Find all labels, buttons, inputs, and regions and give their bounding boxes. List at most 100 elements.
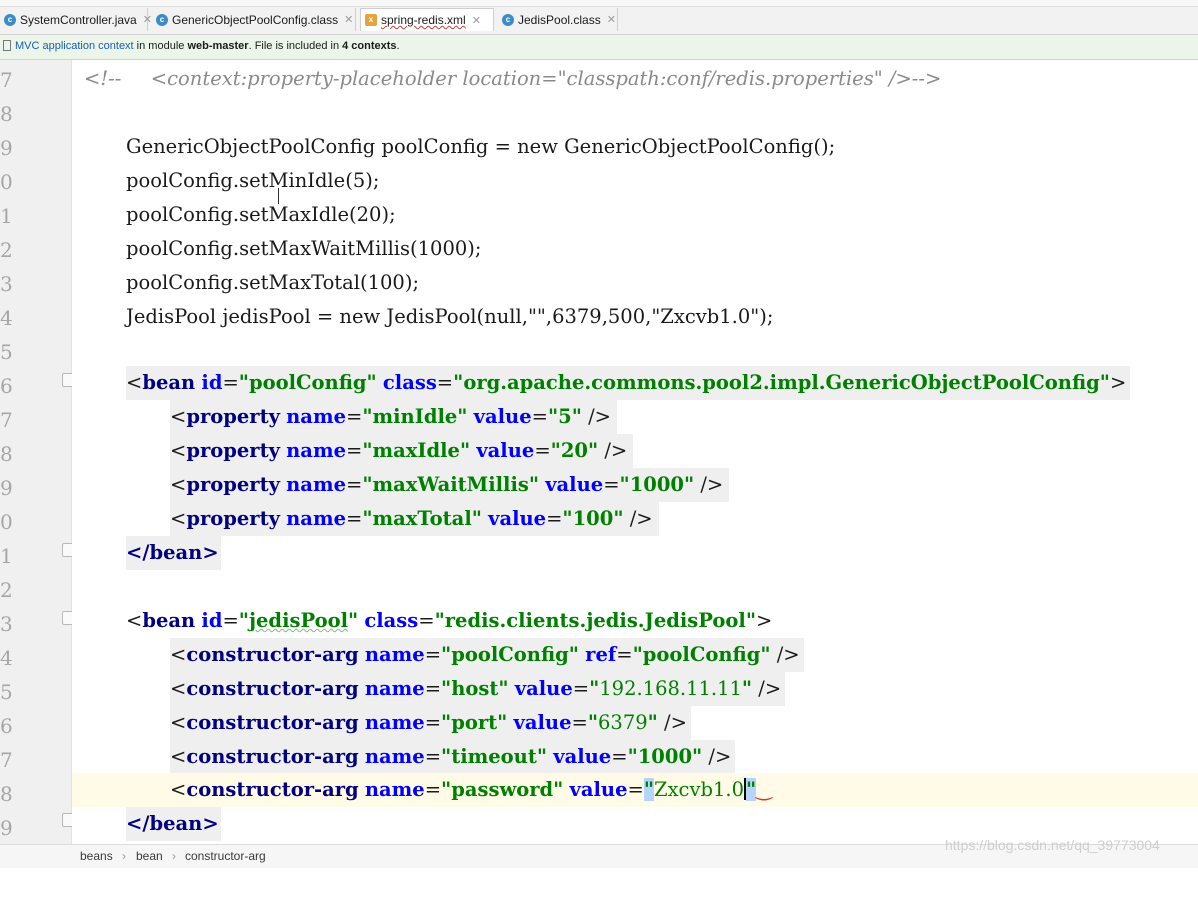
close-icon[interactable]: ✕ — [472, 14, 481, 27]
code-editor[interactable]: <!-- <context:property-placeholder locat… — [72, 60, 1198, 844]
module-name: web-master — [187, 40, 249, 52]
tab-jedis-pool[interactable]: c JedisPool.class ✕ — [498, 8, 618, 31]
chevron-right-icon: › — [122, 849, 126, 863]
code-text: poolConfig.setMaxIdle(20); — [126, 203, 396, 226]
breadcrumb-item-beans[interactable]: beans — [80, 845, 113, 867]
line-number: 9 — [0, 136, 13, 160]
contexts-count: 4 contexts — [342, 40, 397, 52]
line-number: 4 — [0, 646, 13, 670]
infobar-text: in module — [133, 40, 188, 52]
code-line: JedisPool jedisPool = new JedisPool(null… — [72, 300, 1198, 334]
code-line: <constructor-arg name="poolConfig" ref="… — [72, 638, 1198, 672]
code-line: <property name="minIdle" value="5" /> — [72, 400, 1198, 434]
code-line: <property name="maxTotal" value="100" /> — [72, 502, 1198, 536]
line-number: 9 — [0, 816, 13, 840]
code-line: </bean> — [72, 536, 1198, 570]
bean-open-tag: <bean id="jedisPool" class="redis.client… — [126, 609, 773, 632]
bean-close-tag: </bean> — [126, 536, 221, 570]
code-line: <property name="maxIdle" value="20" /> — [72, 434, 1198, 468]
tab-label: SystemController.java — [20, 12, 137, 27]
tab-spring-redis-xml[interactable]: x spring-redis.xml ✕ — [360, 8, 494, 31]
java-class-icon: c — [4, 13, 16, 26]
code-line: poolConfig.setMaxTotal(100); — [72, 266, 1198, 300]
bean-id: jedisPool — [248, 609, 349, 632]
constructor-arg-tag: <constructor-arg name="timeout" value="1… — [170, 740, 736, 774]
line-number: 8 — [0, 442, 13, 466]
context-info-bar: MVC application context in module web-ma… — [0, 35, 1198, 60]
chevron-right-icon: › — [172, 849, 176, 863]
line-number: 0 — [0, 510, 13, 534]
line-number: 2 — [0, 578, 13, 602]
breadcrumb-item-bean[interactable]: bean — [136, 845, 163, 867]
code-line: <bean id="jedisPool" class="redis.client… — [72, 604, 1198, 638]
code-text: poolConfig.setMaxTotal(100); — [126, 271, 420, 294]
code-line: <constructor-arg name="host" value="192.… — [72, 672, 1198, 706]
tab-generic-object-pool-config[interactable]: c GenericObjectPoolConfig.class ✕ — [152, 8, 356, 31]
tab-bar-top-strip — [0, 0, 1198, 7]
line-number: 3 — [0, 612, 13, 636]
code-line: <!-- <context:property-placeholder locat… — [72, 62, 1198, 96]
line-number: 7 — [0, 408, 13, 432]
bean-open-tag: <bean id="poolConfig" class="org.apache.… — [126, 366, 1131, 400]
mouse-ibeam-icon — [278, 188, 281, 204]
line-number: 9 — [0, 476, 13, 500]
mvc-context-link[interactable]: MVC application context — [15, 40, 134, 52]
code-line: GenericObjectPoolConfig poolConfig = new… — [72, 130, 1198, 164]
line-number: 0 — [0, 170, 13, 194]
property-tag: <property name="maxWaitMillis" value="10… — [170, 468, 730, 502]
line-number-gutter[interactable]: 7 8 9 0 1 2 3 4 5 6 7 8 9 0 1 2 3 4 5 6 … — [0, 60, 72, 844]
tab-label: spring-redis.xml — [381, 13, 466, 27]
code-text: poolConfig.setMaxWaitMillis(1000); — [126, 237, 482, 260]
line-number: 1 — [0, 544, 13, 568]
xml-file-icon: x — [365, 14, 377, 26]
current-code-line: <constructor-arg name="password" value="… — [72, 773, 1198, 807]
bean-class: redis.clients.jedis.JedisPool — [444, 609, 746, 632]
close-icon[interactable]: ✕ — [344, 13, 353, 26]
code-line: poolConfig.setMinIdle(5); — [72, 164, 1198, 198]
line-number: 7 — [0, 68, 13, 92]
code-line: <constructor-arg name="port" value="6379… — [72, 706, 1198, 740]
tab-system-controller[interactable]: c SystemController.java ✕ — [0, 8, 152, 31]
code-line: <bean id="poolConfig" class="org.apache.… — [72, 366, 1198, 400]
line-number: 8 — [0, 102, 13, 126]
code-line: poolConfig.setMaxWaitMillis(1000); — [72, 232, 1198, 266]
line-number: 6 — [0, 714, 13, 738]
property-tag: <property name="minIdle" value="5" /> — [170, 400, 618, 434]
line-number: 2 — [0, 238, 13, 262]
property-tag: <property name="maxIdle" value="20" /> — [170, 434, 634, 468]
comment-body: <context:property-placeholder location="… — [126, 67, 942, 90]
infobar-text: . — [396, 40, 400, 52]
code-text: JedisPool jedisPool = new JedisPool(null… — [126, 305, 774, 328]
code-line: </bean> — [72, 807, 1198, 841]
line-number: 3 — [0, 272, 13, 296]
comment-open: <!-- — [84, 67, 122, 90]
watermark-text: https://blog.csdn.net/qq_39773004 — [945, 837, 1160, 853]
tab-label: JedisPool.class — [518, 12, 601, 27]
editor-tab-bar: c SystemController.java ✕ c GenericObjec… — [0, 0, 1198, 35]
tab-label: GenericObjectPoolConfig.class — [172, 12, 339, 27]
close-icon[interactable]: ✕ — [143, 13, 152, 26]
context-icon — [3, 40, 11, 51]
constructor-arg-tag: <constructor-arg name="host" value="192.… — [170, 672, 786, 706]
line-number: 7 — [0, 748, 13, 772]
line-number: 5 — [0, 340, 13, 364]
class-file-icon: c — [156, 13, 168, 26]
line-number: 6 — [0, 374, 13, 398]
constructor-arg-tag: <constructor-arg name="poolConfig" ref="… — [170, 638, 804, 672]
constructor-arg-tag: <constructor-arg name="password" value="… — [170, 778, 772, 801]
line-number: 4 — [0, 306, 13, 330]
line-number: 5 — [0, 680, 13, 704]
code-line: poolConfig.setMaxIdle(20); — [72, 198, 1198, 232]
code-text: poolConfig.setMinIdle(5); — [126, 169, 380, 192]
bean-class: org.apache.commons.pool2.impl.GenericObj… — [463, 371, 1100, 394]
constructor-arg-tag: <constructor-arg name="port" value="6379… — [170, 706, 691, 740]
close-icon[interactable]: ✕ — [607, 13, 616, 26]
class-file-icon: c — [502, 13, 514, 26]
infobar-text: . File is included in — [248, 40, 343, 52]
bean-id: poolConfig — [248, 371, 367, 394]
code-text: GenericObjectPoolConfig poolConfig = new… — [126, 135, 836, 158]
breadcrumb-item-constructor-arg[interactable]: constructor-arg — [185, 845, 266, 867]
bean-close-tag: </bean> — [126, 807, 221, 841]
line-number: 8 — [0, 782, 13, 806]
code-line: <constructor-arg name="timeout" value="1… — [72, 740, 1198, 774]
